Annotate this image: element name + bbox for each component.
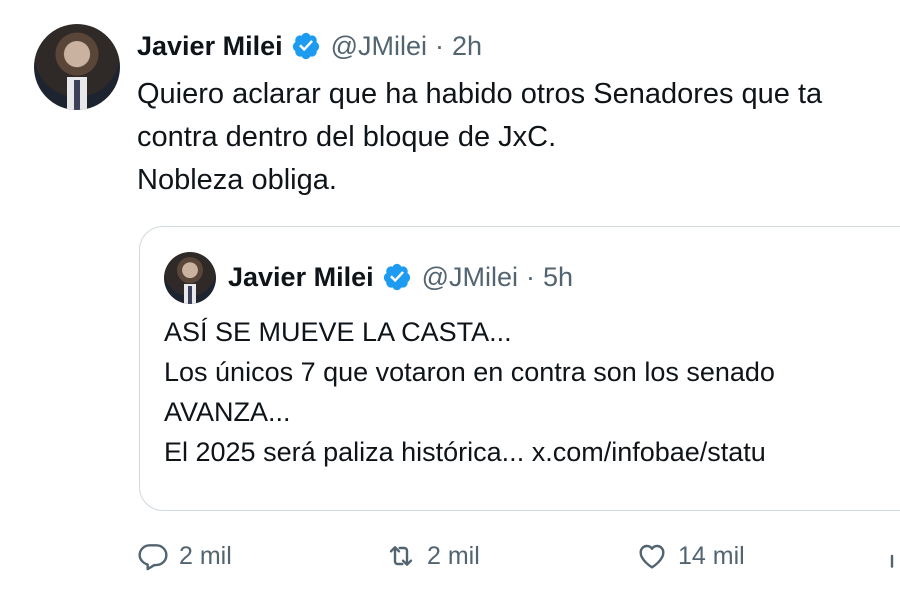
reply-button[interactable]: 2 mil xyxy=(137,540,232,572)
quoted-avatar xyxy=(164,252,216,304)
stats-icon xyxy=(890,554,894,568)
quoted-tweet-text: ASÍ SE MUEVE LA CASTA... Los únicos 7 qu… xyxy=(164,317,775,467)
author-handle[interactable]: @JMilei xyxy=(331,31,427,62)
quoted-tweet-time: 5h xyxy=(543,261,574,292)
separator-dot: · xyxy=(526,261,536,292)
quoted-author-name: Javier Milei xyxy=(228,261,374,292)
tweet-text: Quiero aclarar que ha habido otros Senad… xyxy=(137,78,823,196)
like-icon xyxy=(639,544,665,569)
verified-badge-icon xyxy=(292,32,319,60)
retweet-icon xyxy=(389,546,413,566)
verified-badge-icon xyxy=(383,263,410,291)
tweet-time[interactable]: 2h xyxy=(452,31,482,62)
separator-dot: · xyxy=(435,30,445,61)
like-count: 14 mil xyxy=(678,541,745,570)
retweet-count: 2 mil xyxy=(427,541,480,570)
author-name[interactable]: Javier Milei xyxy=(137,31,283,62)
tweet-action-bar: 2 mil 2 mil 14 mil xyxy=(0,540,900,580)
avatar-tie xyxy=(74,79,80,110)
tweet-header: Javier Milei @JMilei · 2h xyxy=(137,28,482,64)
retweet-button[interactable]: 2 mil xyxy=(385,540,480,572)
avatar-tie xyxy=(188,285,192,304)
reply-count: 2 mil xyxy=(179,541,232,570)
quoted-tweet-header: Javier Milei @JMilei · 5h xyxy=(228,259,573,295)
reply-icon xyxy=(138,544,168,571)
like-button[interactable]: 14 mil xyxy=(636,540,745,572)
stats-button[interactable] xyxy=(884,540,900,572)
quoted-author-handle: @JMilei xyxy=(421,261,519,292)
avatar[interactable] xyxy=(34,24,120,110)
